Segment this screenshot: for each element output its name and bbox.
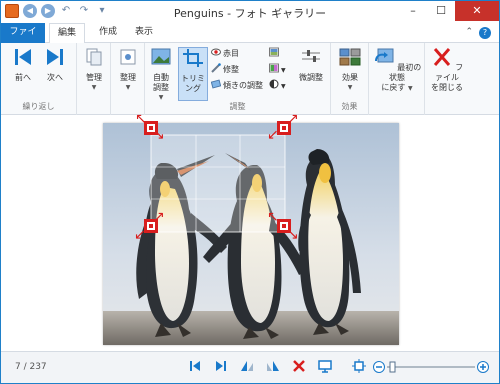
resize-arrow-sw-icon: ↙ — [267, 127, 279, 143]
group-adjust: 自動 調整 ▼ トリミ ング 赤目 修整 傾きの調整 ▼ ▼ 微調整 調整 — [145, 43, 331, 115]
close-button[interactable]: ✕ — [455, 1, 499, 21]
auto-adjust-icon — [151, 48, 171, 65]
fine-tune-label: 微調整 — [299, 73, 323, 82]
retouch-label: 修整 — [223, 65, 239, 74]
effects-dropdown-icon: ▼ — [347, 84, 353, 91]
group-manage: 管理 ▼ — [77, 43, 111, 115]
retouch-icon — [211, 63, 221, 73]
manage-icon — [86, 48, 102, 66]
straighten-label: 傾きの調整 — [223, 81, 263, 90]
group-label-adjust: 調整 — [229, 102, 246, 111]
exposure-icon — [269, 47, 279, 57]
color-button[interactable]: ▼ — [269, 63, 286, 75]
photo-counter: 7 / 237 — [15, 362, 47, 372]
eye-icon — [211, 48, 221, 56]
delete-icon[interactable] — [291, 358, 307, 374]
tab-file[interactable]: ファイル — [1, 23, 45, 56]
crop-selection[interactable] — [150, 134, 286, 233]
tab-view[interactable]: 表示 — [127, 23, 161, 43]
resize-arrow-sw-icon: ↙ — [134, 227, 146, 243]
auto-adjust-button[interactable]: 自動 調整 ▼ — [147, 47, 175, 103]
resize-arrow-se-icon: ↘ — [153, 127, 165, 143]
revert-icon — [374, 48, 394, 63]
close-file-icon — [433, 48, 450, 66]
revert-dropdown-icon: ▼ — [407, 85, 413, 92]
slideshow-icon[interactable] — [317, 358, 333, 374]
fine-tune-button[interactable]: 微調整 — [295, 47, 327, 83]
next-label: 次へ — [47, 73, 63, 82]
effects-button[interactable]: 効果 ▼ — [335, 47, 365, 93]
group-effects: 効果 ▼ 効果 — [331, 43, 369, 115]
revert-to-original-button[interactable]: 最初の状態 に戻す ▼ — [371, 47, 423, 94]
red-eye-label: 赤目 — [223, 49, 239, 58]
close-file-label: ファイル を閉じる — [431, 63, 464, 92]
maximize-button[interactable]: ☐ — [427, 1, 455, 21]
red-eye-button[interactable]: 赤目 — [211, 47, 239, 59]
resize-arrow-ne-icon: ↗ — [153, 209, 165, 225]
close-file-button[interactable]: ファイル を閉じる — [427, 47, 467, 93]
ribbon: 前へ 次へ 繰り返し 管理 ▼ 整理 ▼ 自動 調整 ▼ トリミ ング 赤目 修… — [1, 43, 499, 115]
window-controls: – ☐ ✕ — [399, 1, 499, 21]
organize-icon — [120, 49, 136, 65]
prev-button[interactable]: 前へ — [9, 47, 37, 83]
effects-label: 効果 — [342, 73, 358, 82]
organize-dropdown-icon: ▼ — [125, 84, 131, 91]
contrast-button[interactable]: ▼ — [269, 79, 286, 91]
effects-icon — [339, 48, 361, 66]
prev-label: 前へ — [15, 73, 31, 82]
group-organize: 整理 ▼ — [111, 43, 145, 115]
contrast-icon — [269, 79, 279, 89]
auto-adjust-label: 自動 調整 — [153, 73, 169, 92]
next-icon — [47, 49, 63, 65]
revert-label: 最初の状態 に戻す — [381, 63, 422, 92]
exposure-button[interactable] — [269, 47, 281, 59]
tab-create[interactable]: 作成 — [91, 23, 125, 43]
group-repeat: 前へ 次へ 繰り返し — [1, 43, 77, 115]
rotate-right-icon[interactable] — [265, 358, 281, 374]
photo-gallery-window: ◀ ▶ ↶ ↷ ▾ Penguins - フォト ギャラリー – ☐ ✕ ファイ… — [0, 0, 500, 384]
crop-icon — [183, 49, 203, 67]
resize-arrow-nw-icon: ↖ — [267, 209, 279, 225]
last-photo-icon[interactable] — [213, 358, 229, 374]
straighten-button[interactable]: 傾きの調整 — [211, 79, 263, 91]
prev-icon — [15, 49, 31, 65]
title-bar: ◀ ▶ ↶ ↷ ▾ Penguins - フォト ギャラリー – ☐ ✕ — [1, 1, 499, 23]
manage-dropdown-icon: ▼ — [91, 84, 97, 91]
help-icon[interactable]: ? — [479, 27, 491, 39]
photo-viewer: ↖ ↘ ↗ ↙ ↗ ↙ ↖ ↘ — [1, 112, 499, 351]
resize-arrow-nw-icon: ↖ — [135, 111, 147, 127]
first-photo-icon[interactable] — [187, 358, 203, 374]
penguins-photo[interactable] — [103, 123, 399, 345]
trim-label: トリミ ング — [181, 74, 205, 93]
minimize-ribbon-icon[interactable]: ⌃ — [465, 27, 473, 37]
tab-edit[interactable]: 編集 — [49, 23, 85, 44]
trim-button[interactable]: トリミ ング — [178, 47, 208, 101]
resize-arrow-se-icon: ↘ — [287, 227, 299, 243]
group-label-repeat: 繰り返し — [22, 102, 55, 111]
color-icon — [269, 63, 279, 73]
group-revert: 最初の状態 に戻す ▼ — [369, 43, 425, 115]
group-label-effects: 効果 — [341, 102, 358, 111]
actual-size-icon[interactable] — [351, 358, 367, 374]
organize-button[interactable]: 整理 ▼ — [114, 47, 142, 93]
group-close-file: ファイル を閉じる — [425, 43, 469, 115]
contrast-dropdown-icon: ▼ — [281, 83, 286, 90]
status-bar: 7 / 237 — [1, 351, 499, 383]
ribbon-tabs: ファイル 編集 作成 表示 ⌃ ? — [1, 23, 499, 56]
organize-label: 整理 — [120, 73, 136, 82]
next-button[interactable]: 次へ — [41, 47, 69, 83]
minimize-button[interactable]: – — [399, 1, 427, 21]
resize-arrow-ne-icon: ↗ — [287, 111, 299, 127]
rotate-left-icon[interactable] — [239, 358, 255, 374]
fine-tune-icon — [302, 50, 320, 62]
straighten-icon — [211, 79, 221, 89]
manage-label: 管理 — [86, 73, 102, 82]
zoom-slider[interactable] — [371, 360, 491, 374]
manage-button[interactable]: 管理 ▼ — [80, 47, 108, 93]
color-dropdown-icon: ▼ — [281, 67, 286, 74]
retouch-button[interactable]: 修整 — [211, 63, 239, 75]
